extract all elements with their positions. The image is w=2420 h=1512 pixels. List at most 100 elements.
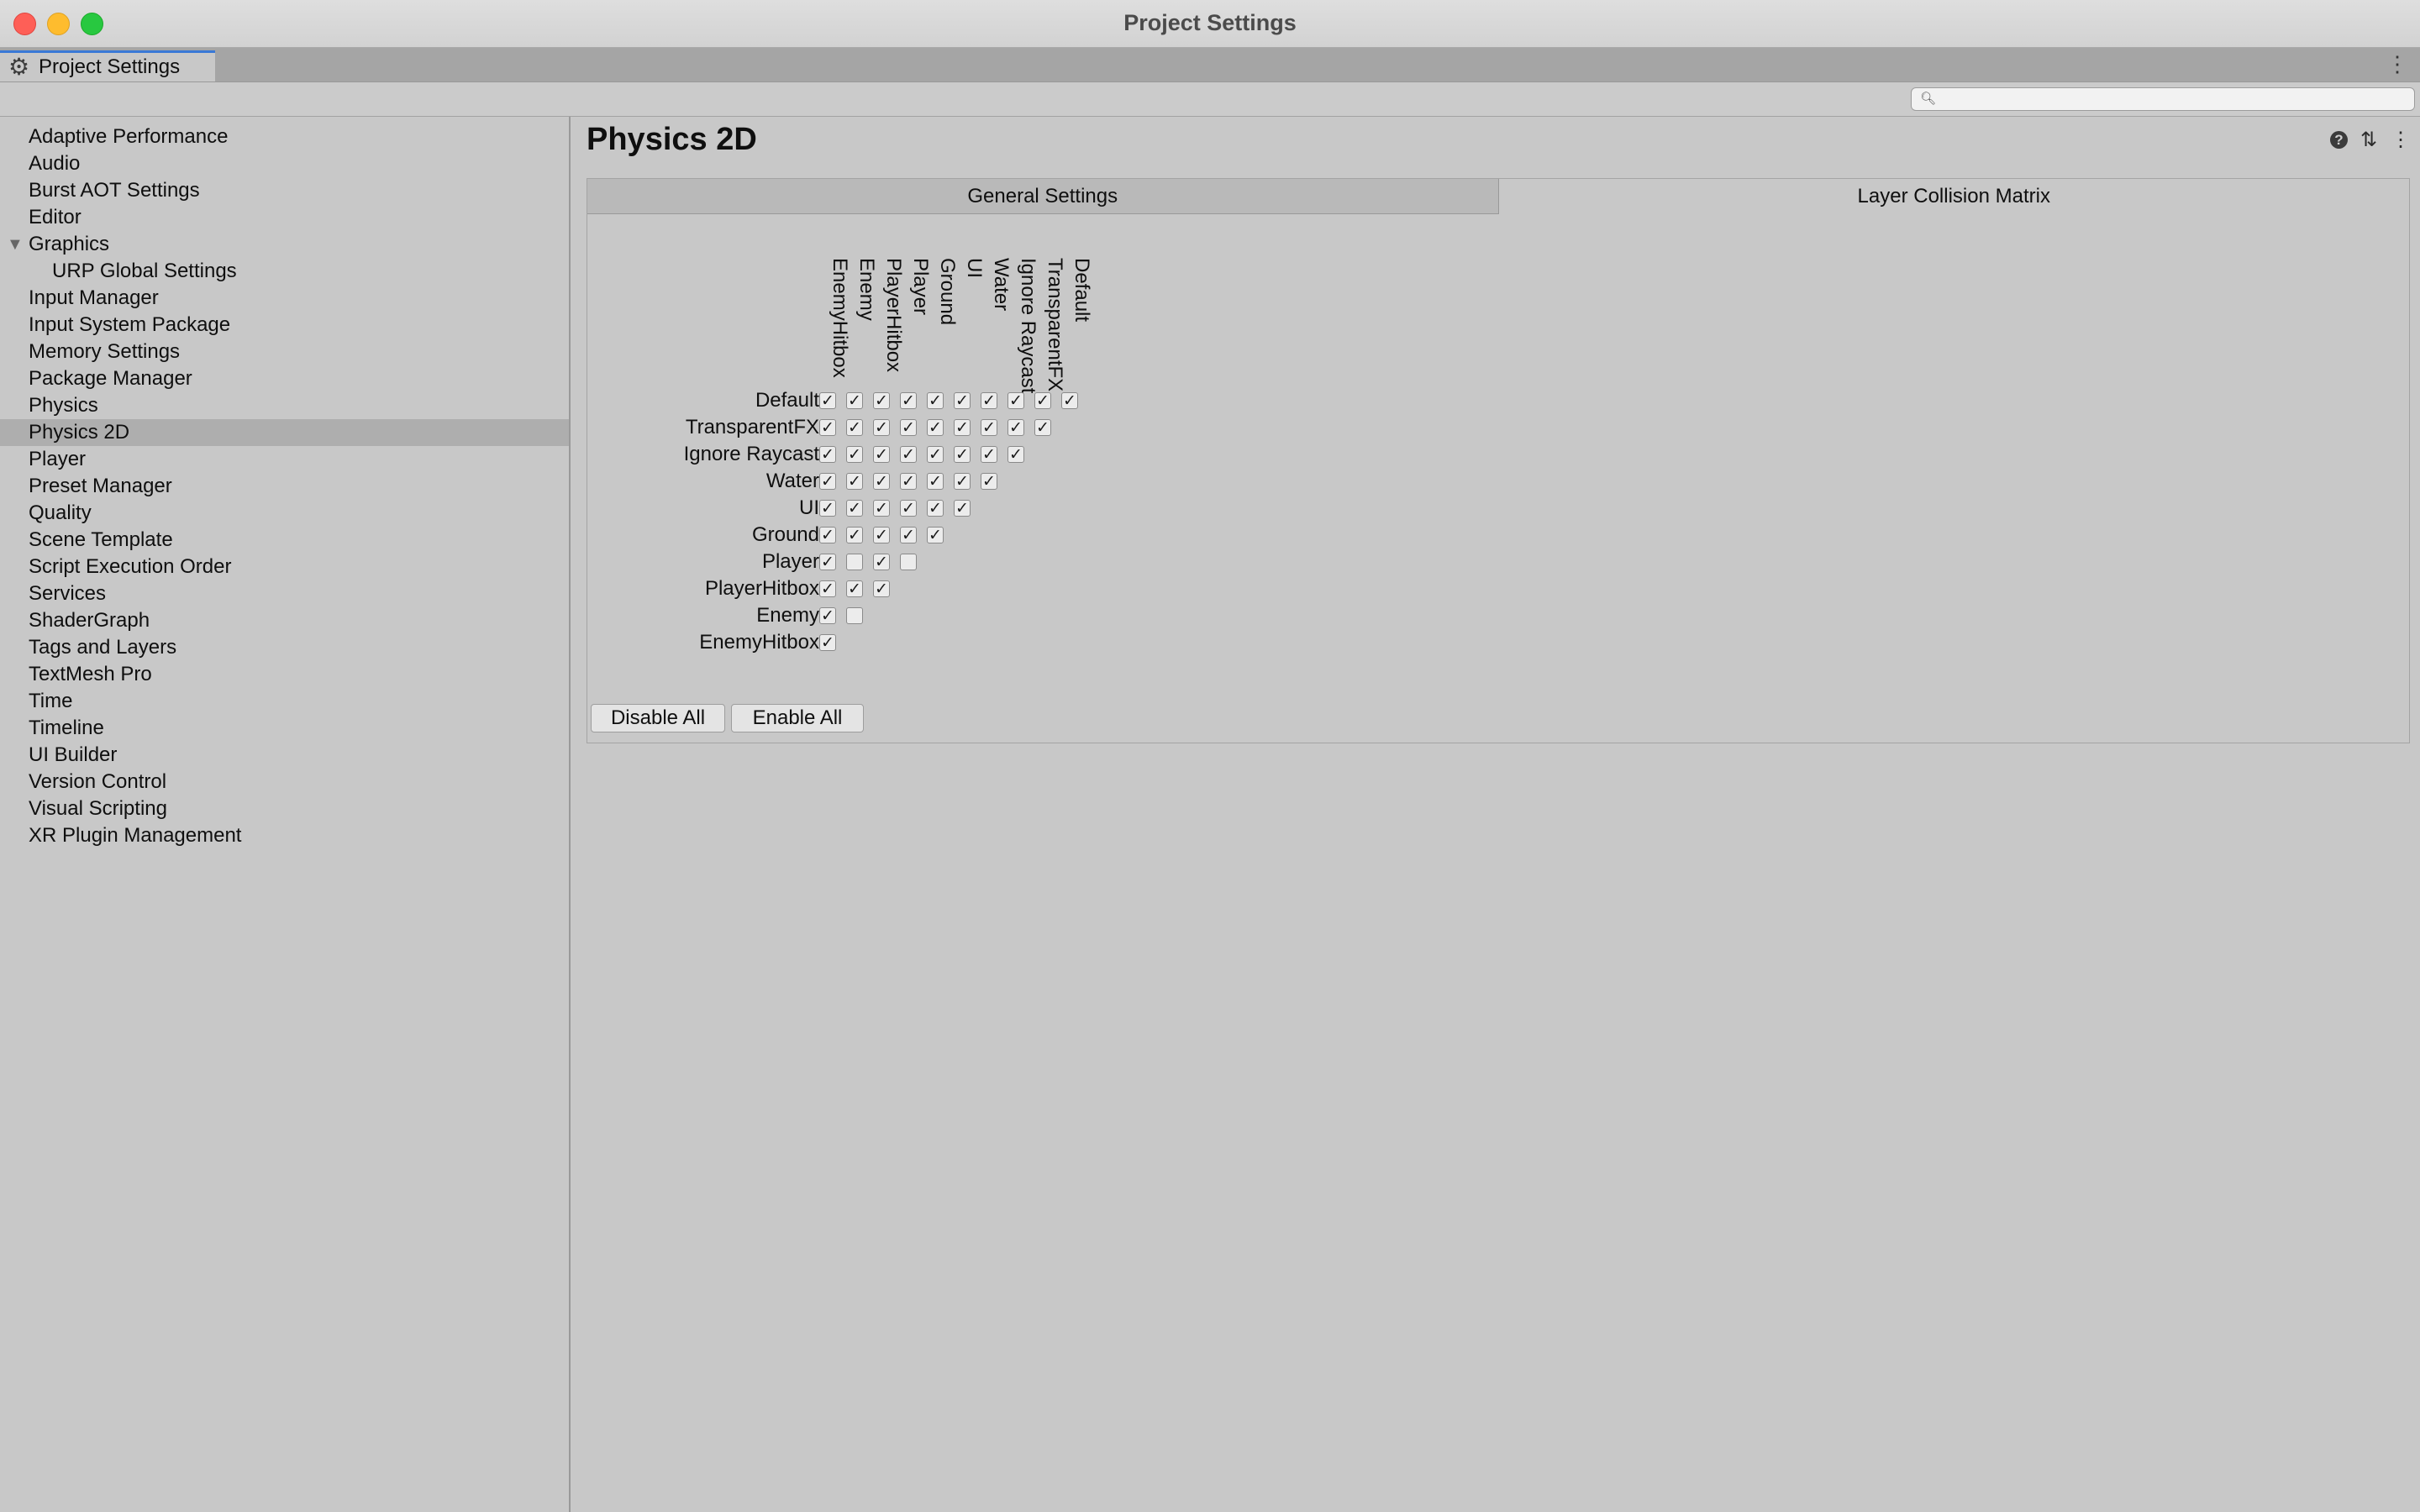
help-icon[interactable]: ? (2330, 130, 2348, 149)
collision-checkbox[interactable]: ✓ (1007, 446, 1024, 463)
collision-checkbox[interactable]: ✓ (981, 473, 997, 490)
sidebar-item-services[interactable]: Services (0, 580, 569, 607)
collision-checkbox[interactable]: ✓ (873, 580, 890, 597)
collision-checkbox[interactable]: ✓ (900, 500, 917, 517)
collision-checkbox[interactable]: ✓ (900, 473, 917, 490)
page-title: Physics 2D (587, 122, 757, 157)
sidebar-item-physics-2d[interactable]: Physics 2D (0, 419, 569, 446)
sidebar-item-input-system-package[interactable]: Input System Package (0, 312, 569, 339)
collision-checkbox[interactable]: ✓ (873, 554, 890, 570)
disable-all-button[interactable]: Disable All (591, 704, 725, 732)
collision-checkbox[interactable]: ✓ (954, 500, 971, 517)
collision-checkbox[interactable] (846, 554, 863, 570)
collision-checkbox[interactable]: ✓ (819, 392, 836, 409)
sidebar-item-input-manager[interactable]: Input Manager (0, 285, 569, 312)
search-input[interactable] (1937, 88, 2411, 110)
collision-checkbox[interactable]: ✓ (900, 392, 917, 409)
collision-checkbox[interactable]: ✓ (927, 446, 944, 463)
expand-triangle-icon[interactable]: ▼ (7, 231, 24, 258)
collision-checkbox[interactable]: ✓ (873, 527, 890, 543)
collision-checkbox[interactable] (846, 607, 863, 624)
collision-checkbox[interactable]: ✓ (900, 527, 917, 543)
collision-checkbox[interactable]: ✓ (954, 473, 971, 490)
sidebar-item-time[interactable]: Time (0, 688, 569, 715)
sidebar-item-audio[interactable]: Audio (0, 150, 569, 177)
sidebar-item-ui-builder[interactable]: UI Builder (0, 742, 569, 769)
collision-checkbox[interactable]: ✓ (981, 419, 997, 436)
collision-checkbox[interactable]: ✓ (873, 392, 890, 409)
collision-checkbox[interactable]: ✓ (954, 446, 971, 463)
collision-checkbox[interactable]: ✓ (981, 392, 997, 409)
sidebar-item-shadergraph[interactable]: ShaderGraph (0, 607, 569, 634)
tab-layer-collision-matrix[interactable]: Layer Collision Matrix (1498, 179, 2409, 214)
collision-checkbox[interactable]: ✓ (981, 446, 997, 463)
collision-checkbox[interactable]: ✓ (819, 419, 836, 436)
collision-checkbox[interactable]: ✓ (873, 446, 890, 463)
sidebar-item-preset-manager[interactable]: Preset Manager (0, 473, 569, 500)
collision-checkbox[interactable]: ✓ (873, 473, 890, 490)
sidebar-item-graphics[interactable]: ▼ Graphics (0, 231, 569, 258)
collision-checkbox[interactable]: ✓ (846, 500, 863, 517)
sidebar-item-editor[interactable]: Editor (0, 204, 569, 231)
more-vertical-icon[interactable]: ⋮ (2390, 128, 2412, 152)
collision-checkbox[interactable]: ✓ (846, 580, 863, 597)
presets-icon[interactable]: ⇅ (2358, 128, 2380, 152)
sidebar-item-label: Tags and Layers (29, 636, 177, 659)
sidebar-item-quality[interactable]: Quality (0, 500, 569, 527)
collision-checkbox[interactable]: ✓ (846, 473, 863, 490)
collision-checkbox[interactable]: ✓ (819, 554, 836, 570)
collision-checkbox[interactable]: ✓ (927, 500, 944, 517)
collision-checkbox[interactable]: ✓ (846, 419, 863, 436)
collision-checkbox[interactable]: ✓ (1061, 392, 1078, 409)
tab-general-settings[interactable]: General Settings (587, 179, 1499, 214)
collision-checkbox[interactable]: ✓ (846, 392, 863, 409)
sidebar-item-urp-global-settings[interactable]: URP Global Settings (0, 258, 569, 285)
collision-checkbox[interactable]: ✓ (819, 607, 836, 624)
collision-checkbox[interactable]: ✓ (900, 419, 917, 436)
collision-checkbox[interactable]: ✓ (927, 527, 944, 543)
collision-checkbox[interactable]: ✓ (873, 419, 890, 436)
collision-checkbox[interactable]: ✓ (954, 419, 971, 436)
collision-checkbox[interactable]: ✓ (1007, 392, 1024, 409)
collision-checkbox[interactable]: ✓ (927, 419, 944, 436)
collision-checkbox[interactable]: ✓ (873, 500, 890, 517)
enable-all-button[interactable]: Enable All (731, 704, 864, 732)
collision-checkbox[interactable]: ✓ (927, 473, 944, 490)
sidebar-item-burst-aot-settings[interactable]: Burst AOT Settings (0, 177, 569, 204)
sidebar-item-tags-and-layers[interactable]: Tags and Layers (0, 634, 569, 661)
sidebar-item-physics[interactable]: Physics (0, 392, 569, 419)
toolbar: 🔍︎ (0, 82, 2420, 117)
matrix-row-label: TransparentFX (685, 416, 819, 438)
collision-checkbox[interactable]: ✓ (819, 634, 836, 651)
collision-checkbox[interactable]: ✓ (819, 580, 836, 597)
collision-checkbox[interactable]: ✓ (954, 392, 971, 409)
sidebar-item-package-manager[interactable]: Package Manager (0, 365, 569, 392)
sidebar-item-textmesh-pro[interactable]: TextMesh Pro (0, 661, 569, 688)
collision-checkbox[interactable]: ✓ (819, 527, 836, 543)
sidebar-item-visual-scripting[interactable]: Visual Scripting (0, 795, 569, 822)
sidebar-item-xr-plugin-management[interactable]: XR Plugin Management (0, 822, 569, 849)
sidebar-item-player[interactable]: Player (0, 446, 569, 473)
collision-checkbox[interactable]: ✓ (846, 527, 863, 543)
collision-checkbox[interactable]: ✓ (819, 500, 836, 517)
sidebar-item-label: Adaptive Performance (29, 125, 229, 148)
sidebar-item-timeline[interactable]: Timeline (0, 715, 569, 742)
sidebar-item-memory-settings[interactable]: Memory Settings (0, 339, 569, 365)
collision-checkbox[interactable]: ✓ (846, 446, 863, 463)
more-vertical-icon[interactable]: ⋮ (2386, 48, 2408, 81)
collision-checkbox[interactable]: ✓ (1034, 392, 1051, 409)
collision-checkbox[interactable]: ✓ (1034, 419, 1051, 436)
search-field[interactable]: 🔍︎ (1911, 87, 2415, 111)
sidebar-item-script-execution-order[interactable]: Script Execution Order (0, 554, 569, 580)
collision-checkbox[interactable]: ✓ (1007, 419, 1024, 436)
collision-checkbox[interactable] (900, 554, 917, 570)
sidebar-item-adaptive-performance[interactable]: Adaptive Performance (0, 123, 569, 150)
collision-checkbox[interactable]: ✓ (927, 392, 944, 409)
settings-tabs: General Settings Layer Collision Matrix (587, 179, 2409, 214)
sidebar-item-version-control[interactable]: Version Control (0, 769, 569, 795)
collision-checkbox[interactable]: ✓ (900, 446, 917, 463)
collision-checkbox[interactable]: ✓ (819, 446, 836, 463)
sidebar-item-scene-template[interactable]: Scene Template (0, 527, 569, 554)
tab-project-settings[interactable]: ⚙ Project Settings (0, 50, 215, 81)
collision-checkbox[interactable]: ✓ (819, 473, 836, 490)
